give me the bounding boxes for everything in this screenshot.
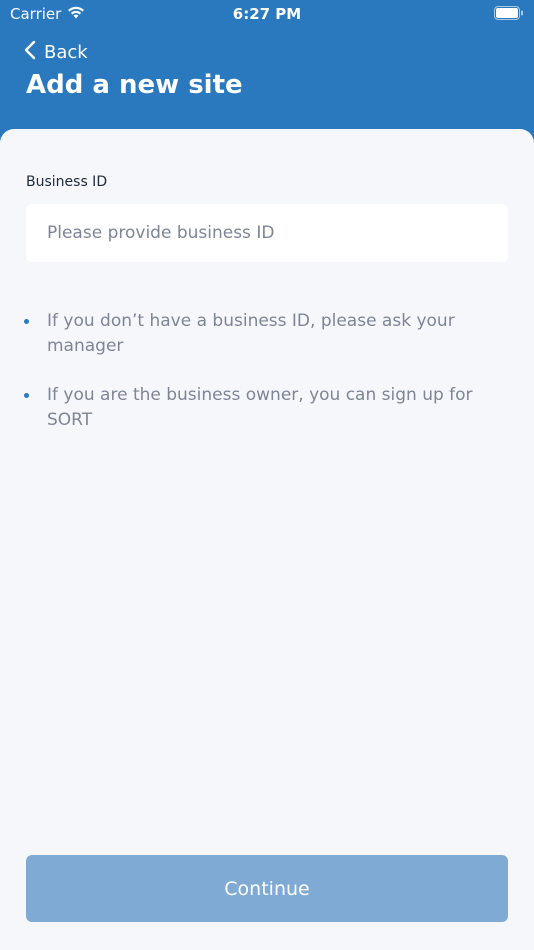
header: Carrier 6:27 PM Back Add a new site: [0, 0, 534, 150]
continue-button[interactable]: Continue: [26, 855, 508, 922]
list-item: If you don’t have a business ID, please …: [24, 309, 474, 359]
bullet-icon: [24, 319, 29, 324]
page-title: Add a new site: [26, 70, 243, 100]
business-id-input[interactable]: [26, 204, 508, 262]
status-time: 6:27 PM: [232, 5, 302, 23]
tip-text: If you are the business owner, you can s…: [47, 385, 473, 430]
back-button[interactable]: Back: [24, 40, 88, 65]
list-item: If you are the business owner, you can s…: [24, 383, 474, 433]
content-sheet: Business ID If you don’t have a business…: [0, 129, 534, 950]
back-label: Back: [44, 42, 88, 63]
status-bar: Carrier 6:27 PM: [0, 0, 534, 28]
chevron-left-icon: [24, 40, 36, 65]
tips-list: If you don’t have a business ID, please …: [24, 309, 474, 457]
tip-text: If you don’t have a business ID, please …: [47, 311, 455, 356]
bullet-icon: [24, 393, 29, 398]
battery-icon: [494, 6, 524, 24]
business-id-label: Business ID: [26, 174, 108, 190]
